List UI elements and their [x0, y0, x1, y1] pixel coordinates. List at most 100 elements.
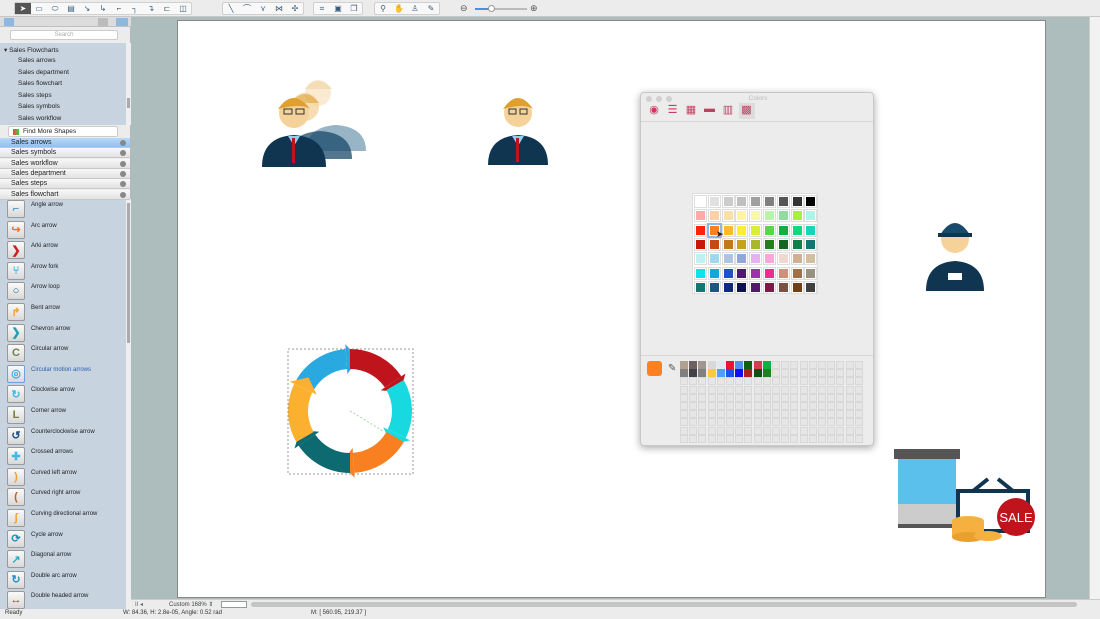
empty-swatch-slot[interactable]	[818, 377, 826, 386]
empty-swatch-slot[interactable]	[762, 418, 771, 427]
shape-item[interactable]: ↪ Arc arrow	[0, 220, 126, 240]
empty-swatch-slot[interactable]	[680, 385, 688, 394]
empty-swatch-slot[interactable]	[808, 385, 817, 394]
empty-swatch-slot[interactable]	[854, 369, 863, 378]
color-swatch[interactable]	[776, 237, 790, 251]
shape-item[interactable]: ❯ Arki arrow	[0, 240, 126, 260]
sliders-icon[interactable]: ☰	[665, 103, 681, 119]
color-swatch[interactable]	[763, 223, 776, 237]
orthogonal-connector-icon[interactable]: ⌐	[111, 3, 127, 14]
grid-view-icon[interactable]	[98, 18, 108, 26]
empty-swatch-slot[interactable]	[854, 434, 863, 443]
empty-swatch-slot[interactable]	[716, 426, 725, 435]
color-swatch[interactable]	[721, 237, 735, 251]
favorite-color-swatch[interactable]	[726, 361, 734, 369]
color-swatch[interactable]	[707, 266, 721, 280]
empty-swatch-slot[interactable]	[726, 402, 734, 410]
color-swatch[interactable]	[804, 209, 818, 223]
salesman-icon[interactable]	[488, 98, 548, 165]
library-tab[interactable]: Sales flowchart	[0, 189, 130, 200]
favorite-color-swatch[interactable]	[698, 369, 707, 378]
color-swatch[interactable]	[749, 237, 763, 251]
search-input[interactable]: Search	[10, 30, 118, 40]
color-swatch[interactable]	[763, 237, 776, 251]
color-swatch[interactable]	[790, 280, 804, 294]
empty-swatch-slot[interactable]	[689, 410, 698, 419]
empty-swatch-slot[interactable]	[836, 426, 845, 435]
empty-swatch-slot[interactable]	[790, 410, 799, 419]
color-swatch[interactable]	[721, 266, 735, 280]
color-swatch[interactable]	[749, 223, 763, 237]
empty-swatch-slot[interactable]	[680, 377, 688, 386]
empty-swatch-slot[interactable]	[781, 361, 790, 369]
color-swatch[interactable]	[804, 237, 818, 251]
empty-swatch-slot[interactable]	[799, 377, 808, 386]
empty-swatch-slot[interactable]	[753, 385, 762, 394]
empty-swatch-slot[interactable]	[818, 361, 826, 369]
empty-swatch-slot[interactable]	[845, 385, 854, 394]
empty-swatch-slot[interactable]	[707, 402, 716, 410]
favorite-color-swatch[interactable]	[689, 361, 698, 369]
empty-swatch-slot[interactable]	[781, 434, 790, 443]
color-swatch[interactable]	[735, 195, 749, 208]
empty-swatch-slot[interactable]	[781, 369, 790, 378]
line-icon[interactable]: ╲	[223, 3, 239, 14]
empty-swatch-slot[interactable]	[726, 410, 734, 419]
color-swatch[interactable]	[721, 223, 735, 237]
empty-swatch-slot[interactable]	[698, 385, 707, 394]
empty-swatch-slot[interactable]	[790, 361, 799, 369]
tree-group-sales-flowcharts[interactable]: ▾ Sales Flowcharts	[4, 46, 59, 54]
tree-scrollbar[interactable]	[126, 43, 131, 125]
color-swatch[interactable]	[694, 252, 707, 266]
zoom-in-icon[interactable]: ⊕	[530, 3, 538, 14]
color-swatch[interactable]	[707, 237, 721, 251]
empty-swatch-slot[interactable]	[726, 418, 734, 427]
empty-swatch-slot[interactable]	[827, 361, 836, 369]
favorite-color-swatch[interactable]	[716, 369, 725, 378]
empty-swatch-slot[interactable]	[827, 426, 836, 435]
color-swatch[interactable]	[763, 266, 776, 280]
empty-swatch-slot[interactable]	[716, 377, 725, 386]
color-swatch[interactable]	[804, 195, 818, 208]
color-swatch[interactable]	[735, 252, 749, 266]
empty-swatch-slot[interactable]	[818, 402, 826, 410]
empty-swatch-slot[interactable]	[680, 418, 688, 427]
color-swatch[interactable]	[735, 280, 749, 294]
empty-swatch-slot[interactable]	[716, 393, 725, 402]
empty-swatch-slot[interactable]	[808, 377, 817, 386]
color-swatch[interactable]	[804, 223, 818, 237]
empty-swatch-slot[interactable]	[716, 402, 725, 410]
arc-icon[interactable]: ⌒	[239, 3, 255, 14]
color-swatch[interactable]	[763, 280, 776, 294]
pages-toggle-icon[interactable]: II ◂	[135, 601, 143, 608]
favorite-color-swatch[interactable]	[689, 369, 698, 378]
empty-swatch-slot[interactable]	[854, 377, 863, 386]
color-swatch[interactable]	[735, 266, 749, 280]
empty-swatch-slot[interactable]	[716, 385, 725, 394]
favorite-color-swatch[interactable]	[707, 369, 716, 378]
layers-icon[interactable]: ❐	[346, 3, 362, 14]
color-swatch[interactable]	[776, 266, 790, 280]
vertical-scrollbar[interactable]	[1089, 17, 1100, 599]
empty-swatch-slot[interactable]	[689, 418, 698, 427]
empty-swatch-slot[interactable]	[799, 434, 808, 443]
hand-icon[interactable]: ✋	[391, 3, 407, 14]
tree-item[interactable]: Sales workflow	[18, 115, 61, 122]
container-icon[interactable]: ◫	[175, 3, 191, 14]
empty-swatch-slot[interactable]	[707, 393, 716, 402]
color-swatch[interactable]	[721, 209, 735, 223]
shape-item[interactable]: ↻ Double arc arrow	[0, 570, 126, 590]
group-icon[interactable]: ▣	[330, 3, 346, 14]
empty-swatch-slot[interactable]	[818, 418, 826, 427]
empty-swatch-slot[interactable]	[818, 369, 826, 378]
page-tabs[interactable]	[221, 601, 247, 608]
empty-swatch-slot[interactable]	[735, 377, 744, 386]
tree-item[interactable]: Sales steps	[18, 92, 52, 99]
close-library-icon[interactable]	[120, 170, 126, 177]
empty-swatch-slot[interactable]	[827, 369, 836, 378]
color-swatch[interactable]	[790, 195, 804, 208]
polyline-icon[interactable]: ⋎	[255, 3, 271, 14]
empty-swatch-slot[interactable]	[698, 410, 707, 419]
empty-swatch-slot[interactable]	[854, 402, 863, 410]
color-swatch[interactable]	[749, 209, 763, 223]
